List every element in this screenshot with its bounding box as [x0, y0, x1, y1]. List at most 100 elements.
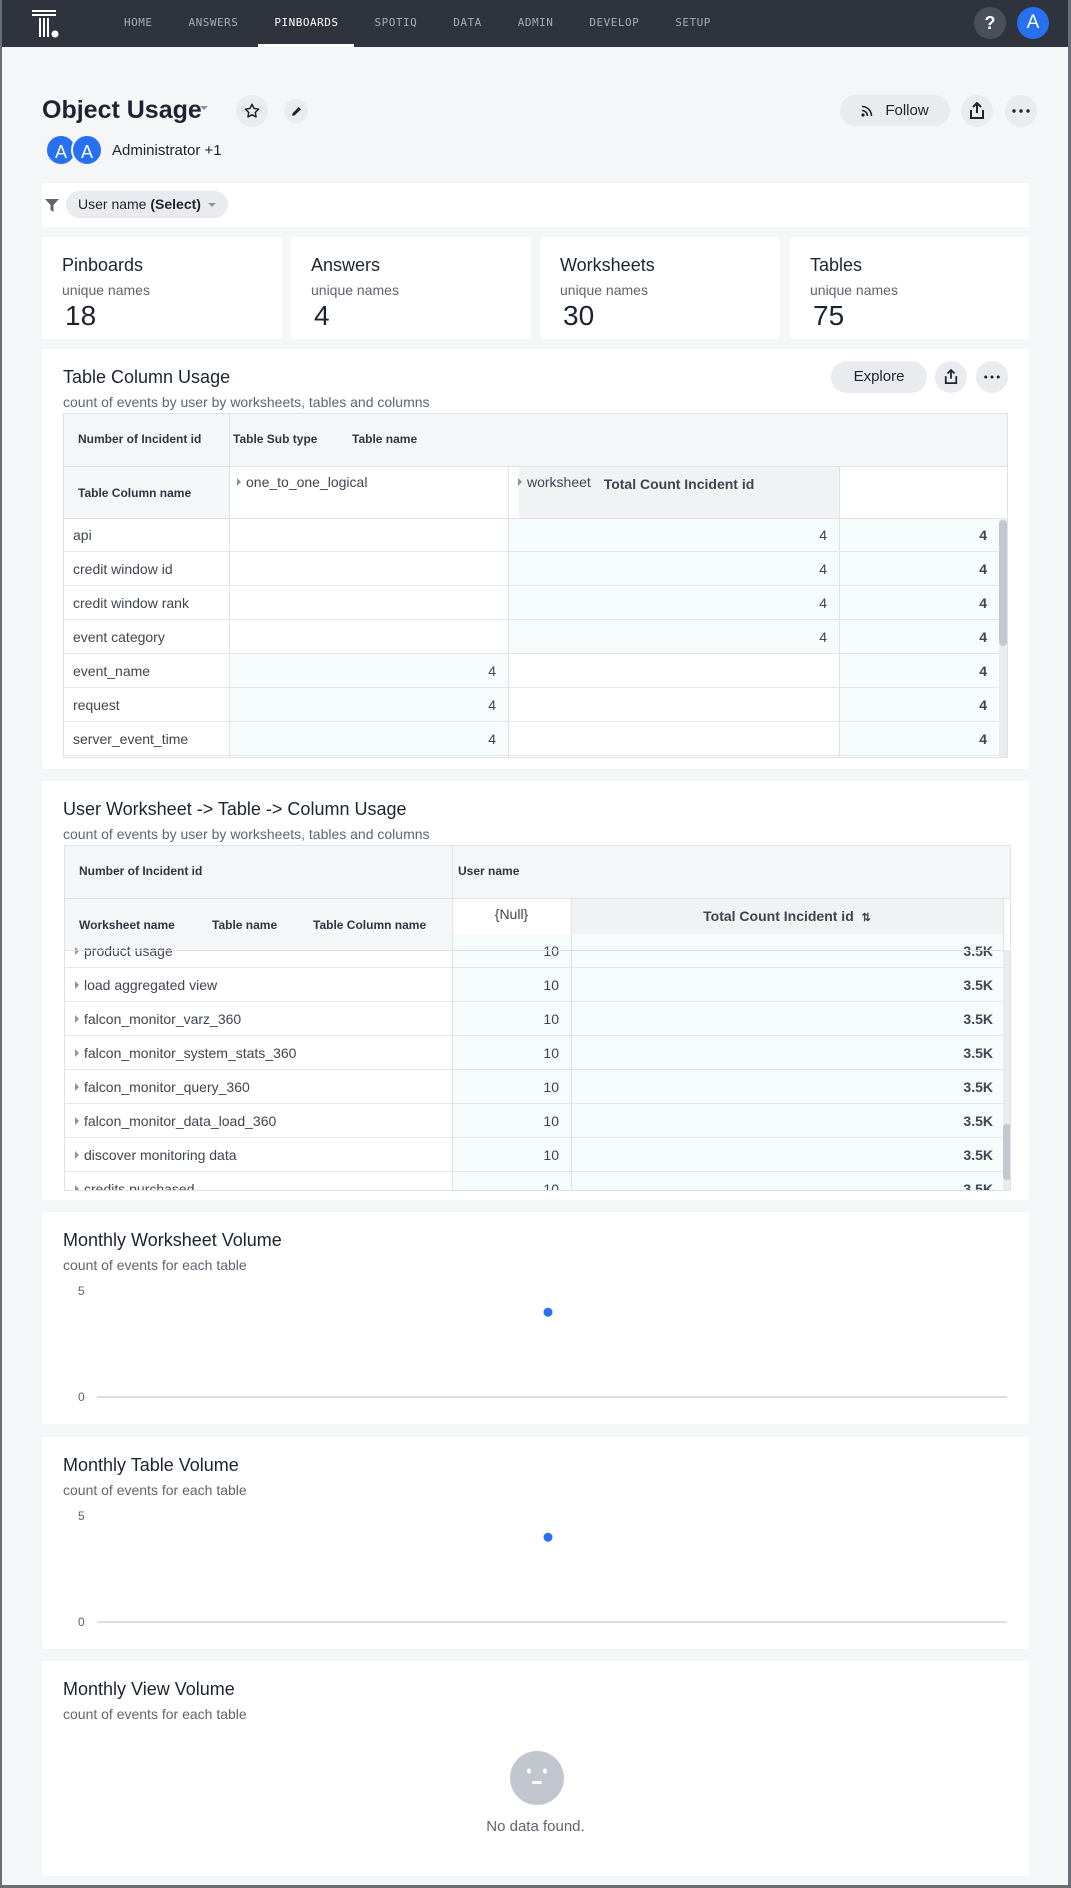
- table-row[interactable]: event_name 4 4: [64, 654, 999, 688]
- kpi-card-worksheets[interactable]: Worksheets unique names 30: [540, 237, 780, 339]
- value-cell[interactable]: 10: [452, 1172, 571, 1190]
- explore-button[interactable]: Explore: [831, 361, 927, 393]
- nav-item-setup[interactable]: SETUP: [657, 0, 729, 47]
- kpi-card-tables[interactable]: Tables unique names 75: [790, 237, 1029, 339]
- more-options-button[interactable]: [976, 361, 1008, 393]
- expand-triangle-icon[interactable]: [75, 1151, 79, 1159]
- nav-item-data[interactable]: DATA: [435, 0, 500, 47]
- nav-item-pinboards[interactable]: PINBOARDS: [256, 0, 356, 47]
- total-cell[interactable]: 4: [839, 620, 999, 654]
- table-row[interactable]: discover monitoring data 10 3.5K: [65, 1138, 1003, 1172]
- row-label-cell[interactable]: api: [73, 518, 223, 552]
- value-cell[interactable]: 4: [508, 620, 839, 654]
- table-scrollbar-thumb[interactable]: [999, 520, 1007, 646]
- expand-triangle-icon[interactable]: [75, 1083, 79, 1091]
- edit-button[interactable]: [284, 99, 308, 123]
- row-label-cell[interactable]: credits purchased: [75, 1172, 445, 1190]
- user-avatar-button[interactable]: A: [1017, 7, 1049, 39]
- share-button[interactable]: [961, 95, 993, 127]
- value-cell[interactable]: 4: [229, 654, 508, 688]
- kpi-card-answers[interactable]: Answers unique names 4: [291, 237, 531, 339]
- row-label-cell[interactable]: load aggregated view: [75, 968, 445, 1002]
- owner-label[interactable]: Administrator +1: [112, 142, 222, 159]
- value-cell[interactable]: 10: [452, 1138, 571, 1172]
- row-header-table-name[interactable]: Table name: [212, 918, 277, 932]
- total-cell[interactable]: 3.5K: [571, 1002, 1003, 1036]
- favorite-button[interactable]: [236, 95, 268, 127]
- expand-triangle-icon[interactable]: [75, 1015, 79, 1023]
- table-row[interactable]: credit window id 4 4: [64, 552, 999, 586]
- value-cell[interactable]: [508, 654, 839, 688]
- row-label-cell[interactable]: event_name: [73, 654, 223, 688]
- data-point[interactable]: [543, 1532, 553, 1542]
- expand-triangle-icon[interactable]: [75, 1049, 79, 1057]
- total-column-header[interactable]: Total Count Incident id ⇅: [571, 908, 1003, 924]
- nav-item-home[interactable]: HOME: [106, 0, 171, 47]
- follow-button[interactable]: Follow: [840, 95, 950, 126]
- total-cell[interactable]: 3.5K: [571, 1104, 1003, 1138]
- nav-item-spotiq[interactable]: SPOTIQ: [356, 0, 435, 47]
- table-row[interactable]: product usage 10 3.5K: [65, 934, 1003, 968]
- table-row[interactable]: api 4 4: [64, 518, 999, 552]
- row-label-cell[interactable]: request: [73, 688, 223, 722]
- kpi-card-pinboards[interactable]: Pinboards unique names 18: [42, 237, 282, 339]
- row-label-cell[interactable]: falcon_monitor_query_360: [75, 1070, 445, 1104]
- value-cell[interactable]: 4: [508, 552, 839, 586]
- value-cell[interactable]: 10: [452, 968, 571, 1002]
- total-cell[interactable]: 4: [839, 688, 999, 722]
- pivot-column-value[interactable]: one_to_one_logical: [237, 474, 367, 490]
- share-button[interactable]: [935, 361, 967, 393]
- column-header-table-sub-type[interactable]: Table Sub type: [233, 432, 317, 446]
- value-cell[interactable]: 10: [452, 934, 571, 968]
- user-name-filter-chip[interactable]: User name (Select): [66, 191, 228, 218]
- sort-icon[interactable]: ⇅: [862, 912, 871, 924]
- value-cell[interactable]: [229, 586, 508, 620]
- thoughtspot-logo[interactable]: [30, 9, 62, 39]
- row-header-worksheet-name[interactable]: Worksheet name: [79, 918, 175, 932]
- value-cell[interactable]: 10: [452, 1036, 571, 1070]
- table-row[interactable]: server_event_time 4 4: [64, 722, 999, 756]
- table-row[interactable]: falcon_monitor_system_stats_360 10 3.5K: [65, 1036, 1003, 1070]
- total-cell[interactable]: 3.5K: [571, 1070, 1003, 1104]
- value-cell[interactable]: [508, 722, 839, 756]
- value-cell[interactable]: 4: [229, 722, 508, 756]
- total-cell[interactable]: 3.5K: [571, 1172, 1003, 1190]
- nav-item-admin[interactable]: ADMIN: [500, 0, 572, 47]
- total-cell[interactable]: 3.5K: [571, 934, 1003, 968]
- total-cell[interactable]: 4: [839, 586, 999, 620]
- table-row[interactable]: falcon_monitor_data_load_360 10 3.5K: [65, 1104, 1003, 1138]
- expand-triangle-icon[interactable]: [75, 947, 79, 955]
- expand-triangle-icon[interactable]: [75, 981, 79, 989]
- row-label-cell[interactable]: server_event_time: [73, 722, 223, 756]
- more-options-button[interactable]: [1005, 95, 1037, 127]
- value-cell[interactable]: 4: [508, 586, 839, 620]
- nav-item-develop[interactable]: DEVELOP: [571, 0, 657, 47]
- value-cell[interactable]: [508, 688, 839, 722]
- help-button[interactable]: ?: [974, 7, 1006, 39]
- column-header-user-name[interactable]: User name: [458, 864, 519, 878]
- table-row[interactable]: falcon_monitor_query_360 10 3.5K: [65, 1070, 1003, 1104]
- total-cell[interactable]: 3.5K: [571, 1138, 1003, 1172]
- expand-triangle-icon[interactable]: [75, 1185, 79, 1190]
- table-row[interactable]: credits purchased 10 3.5K: [65, 1172, 1003, 1190]
- value-cell[interactable]: [229, 620, 508, 654]
- total-cell[interactable]: 3.5K: [571, 1036, 1003, 1070]
- row-label-cell[interactable]: credit window id: [73, 552, 223, 586]
- table-row[interactable]: request 4 4: [64, 688, 999, 722]
- row-label-cell[interactable]: discover monitoring data: [75, 1138, 445, 1172]
- nav-item-answers[interactable]: ANSWERS: [171, 0, 257, 47]
- column-header-table-name[interactable]: Table name: [352, 432, 417, 446]
- total-cell[interactable]: 4: [839, 654, 999, 688]
- value-cell[interactable]: 10: [452, 1104, 571, 1138]
- value-cell[interactable]: 10: [452, 1070, 571, 1104]
- total-cell[interactable]: 4: [839, 722, 999, 756]
- total-cell[interactable]: 4: [839, 518, 999, 552]
- table-row[interactable]: load aggregated view 10 3.5K: [65, 968, 1003, 1002]
- value-cell[interactable]: 4: [508, 518, 839, 552]
- table-row[interactable]: event category 4 4: [64, 620, 999, 654]
- value-cell[interactable]: [229, 552, 508, 586]
- table-scrollbar-thumb[interactable]: [1003, 1124, 1010, 1180]
- row-header-table-column-name[interactable]: Table Column name: [78, 486, 191, 500]
- row-label-cell[interactable]: credit window rank: [73, 586, 223, 620]
- row-label-cell[interactable]: event category: [73, 620, 223, 654]
